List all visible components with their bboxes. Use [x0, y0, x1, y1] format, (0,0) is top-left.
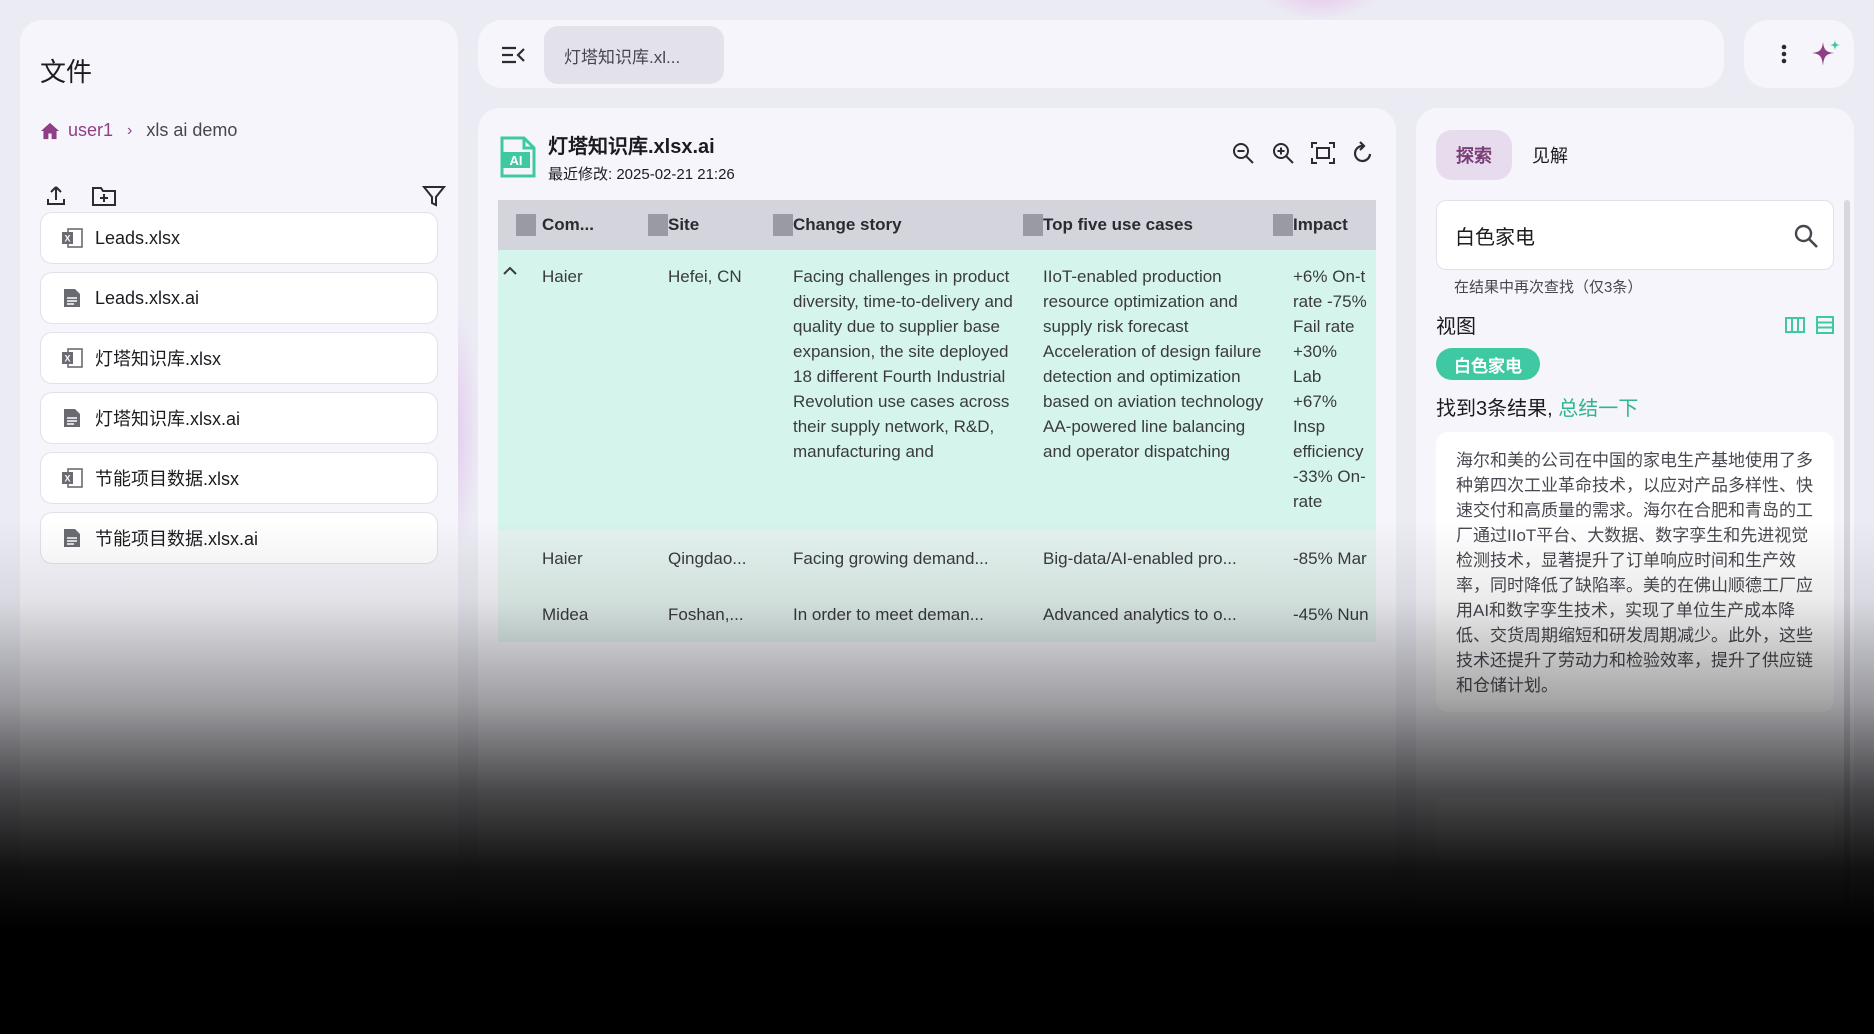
svg-text:X: X	[64, 354, 70, 364]
table-row[interactable]: Midea Foshan,... In order to meet deman.…	[498, 586, 1376, 642]
header-impact[interactable]: Impact	[1273, 200, 1376, 250]
faded-field	[1436, 798, 1834, 858]
menu-collapse-icon[interactable]	[498, 40, 528, 70]
view-row: 视图	[1436, 310, 1836, 339]
chevron-up-icon[interactable]	[498, 250, 522, 530]
top-bar: 灯塔知识库.xl...	[478, 20, 1724, 88]
view-toggle	[1776, 314, 1836, 336]
cell-change-story: In order to meet deman...	[793, 604, 984, 624]
document-header: AI 灯塔知识库.xlsx.ai 最近修改: 2025-02-21 21:26	[500, 130, 735, 184]
search-box	[1436, 200, 1834, 270]
breadcrumb-root[interactable]: user1	[40, 120, 113, 141]
result-count: 找到3条结果,	[1436, 398, 1559, 420]
excel-file-icon: X	[61, 227, 83, 249]
breadcrumb: user1 › xls ai demo	[40, 120, 237, 141]
search-hint: 在结果中再次查找（仅3条）	[1454, 279, 1643, 296]
file-item-dengta-xlsx[interactable]: X 灯塔知识库.xlsx	[40, 332, 438, 384]
file-list: X Leads.xlsx Leads.xlsx.ai X 灯塔知识库.xlsx …	[40, 212, 438, 564]
doc-file-icon	[61, 527, 83, 549]
table-row[interactable]: Haier Hefei, CN Facing challenges in pro…	[498, 250, 1376, 530]
file-actions	[40, 180, 450, 212]
filter-tag-chip[interactable]: 白色家电	[1436, 348, 1540, 380]
tab-insights[interactable]: 见解	[1512, 130, 1588, 180]
header-cell	[498, 200, 536, 250]
cell-site: Qingdao...	[668, 548, 747, 568]
upload-icon[interactable]	[40, 180, 72, 212]
scrollbar[interactable]	[1844, 200, 1850, 1000]
column-view-icon[interactable]	[1784, 314, 1806, 336]
document-meta: 灯塔知识库.xlsx.ai 最近修改: 2025-02-21 21:26	[548, 130, 735, 184]
search-icon[interactable]	[1793, 223, 1819, 254]
svg-text:X: X	[64, 234, 70, 244]
excel-file-icon: X	[61, 467, 83, 489]
document-tools	[1218, 138, 1378, 168]
header-company[interactable]: Com...	[522, 200, 648, 250]
summary-card: 海尔和美的公司在中国的家电生产基地使用了多种第四次工业革命技术，以应对产品多样性…	[1436, 432, 1834, 712]
cell-change-story: Facing challenges in product diversity, …	[793, 267, 1013, 461]
cell-change-story: Facing growing demand...	[793, 548, 989, 568]
ai-sparkle-icon[interactable]	[1810, 38, 1842, 70]
header-site[interactable]: Site	[648, 200, 773, 250]
chevron-right-icon: ›	[127, 121, 133, 139]
document-title: 灯塔知识库.xlsx.ai	[548, 136, 715, 158]
file-item-energy-xlsx-ai[interactable]: 节能项目数据.xlsx.ai	[40, 512, 438, 564]
file-name: Leads.xlsx	[95, 227, 181, 248]
file-name: 灯塔知识库.xlsx.ai	[95, 409, 241, 429]
files-title: 文件	[40, 57, 93, 87]
cell-site: Hefei, CN	[668, 267, 742, 286]
cell-site: Foshan,...	[668, 604, 744, 624]
file-name: Leads.xlsx.ai	[95, 287, 200, 308]
doc-file-icon	[61, 407, 83, 429]
cell-company: Midea	[542, 604, 589, 624]
svg-text:X: X	[64, 474, 70, 484]
cell-use-cases: Big-data/AI-enabled pro...	[1043, 548, 1237, 568]
result-summary-line: 找到3条结果, 总结一下	[1436, 392, 1638, 421]
new-folder-icon[interactable]	[88, 180, 120, 212]
file-item-leads-xlsx-ai[interactable]: Leads.xlsx.ai	[40, 272, 438, 324]
file-item-leads-xlsx[interactable]: X Leads.xlsx	[40, 212, 438, 264]
summarize-link[interactable]: 总结一下	[1558, 398, 1638, 420]
data-table: Com... Site Change story Top five use ca…	[498, 200, 1376, 644]
file-name: 节能项目数据.xlsx	[95, 469, 239, 489]
view-label: 视图	[1436, 316, 1476, 338]
tab-open-file[interactable]: 灯塔知识库.xl...	[544, 26, 724, 84]
file-name: 灯塔知识库.xlsx	[95, 349, 221, 369]
document-modified: 最近修改: 2025-02-21 21:26	[548, 166, 735, 183]
file-item-energy-xlsx[interactable]: X 节能项目数据.xlsx	[40, 452, 438, 504]
search-input[interactable]	[1455, 223, 1775, 247]
table-row[interactable]: Haier Qingdao... Facing growing demand..…	[498, 530, 1376, 586]
file-panel: 文件 user1 › xls ai demo X Leads.xlsx Lead…	[20, 20, 458, 1020]
breadcrumb-current: xls ai demo	[146, 120, 238, 140]
cell-company: Haier	[542, 267, 583, 286]
svg-text:AI: AI	[510, 153, 523, 168]
top-right-actions	[1744, 20, 1854, 88]
cell-impact: -45% Nun	[1293, 604, 1369, 624]
excel-file-icon: X	[61, 347, 83, 369]
insight-tabs: 探索 见解	[1436, 130, 1588, 180]
table-header: Com... Site Change story Top five use ca…	[498, 200, 1376, 250]
cell-use-cases: IIoT-enabled production resource optimiz…	[1043, 267, 1264, 461]
zoom-out-icon[interactable]	[1228, 138, 1258, 168]
doc-file-icon	[61, 287, 83, 309]
header-change-story[interactable]: Change story	[773, 200, 1023, 250]
cell-use-cases: Advanced analytics to o...	[1043, 604, 1237, 624]
zoom-in-icon[interactable]	[1268, 138, 1298, 168]
cell-impact: +6% On-t rate -75% Fail rate +30% Lab +6…	[1293, 267, 1367, 511]
document-panel: AI 灯塔知识库.xlsx.ai 最近修改: 2025-02-21 21:26 …	[478, 108, 1396, 1028]
refresh-icon[interactable]	[1348, 138, 1378, 168]
row-view-icon[interactable]	[1814, 314, 1836, 336]
more-vert-icon[interactable]	[1772, 42, 1796, 66]
cell-impact: -85% Mar	[1293, 548, 1367, 568]
cell-company: Haier	[542, 548, 583, 568]
header-use-cases[interactable]: Top five use cases	[1023, 200, 1273, 250]
file-name: 节能项目数据.xlsx.ai	[95, 529, 259, 549]
fit-screen-icon[interactable]	[1308, 138, 1338, 168]
file-item-dengta-xlsx-ai[interactable]: 灯塔知识库.xlsx.ai	[40, 392, 438, 444]
filter-icon[interactable]	[418, 180, 450, 212]
tab-explore[interactable]: 探索	[1436, 130, 1512, 180]
ai-file-icon: AI	[500, 136, 536, 178]
breadcrumb-root-label: user1	[68, 120, 114, 140]
insight-panel: 探索 见解 在结果中再次查找（仅3条） 视图 白色家电 找到3条结果, 总结一下…	[1416, 108, 1854, 1028]
home-icon	[41, 122, 59, 139]
